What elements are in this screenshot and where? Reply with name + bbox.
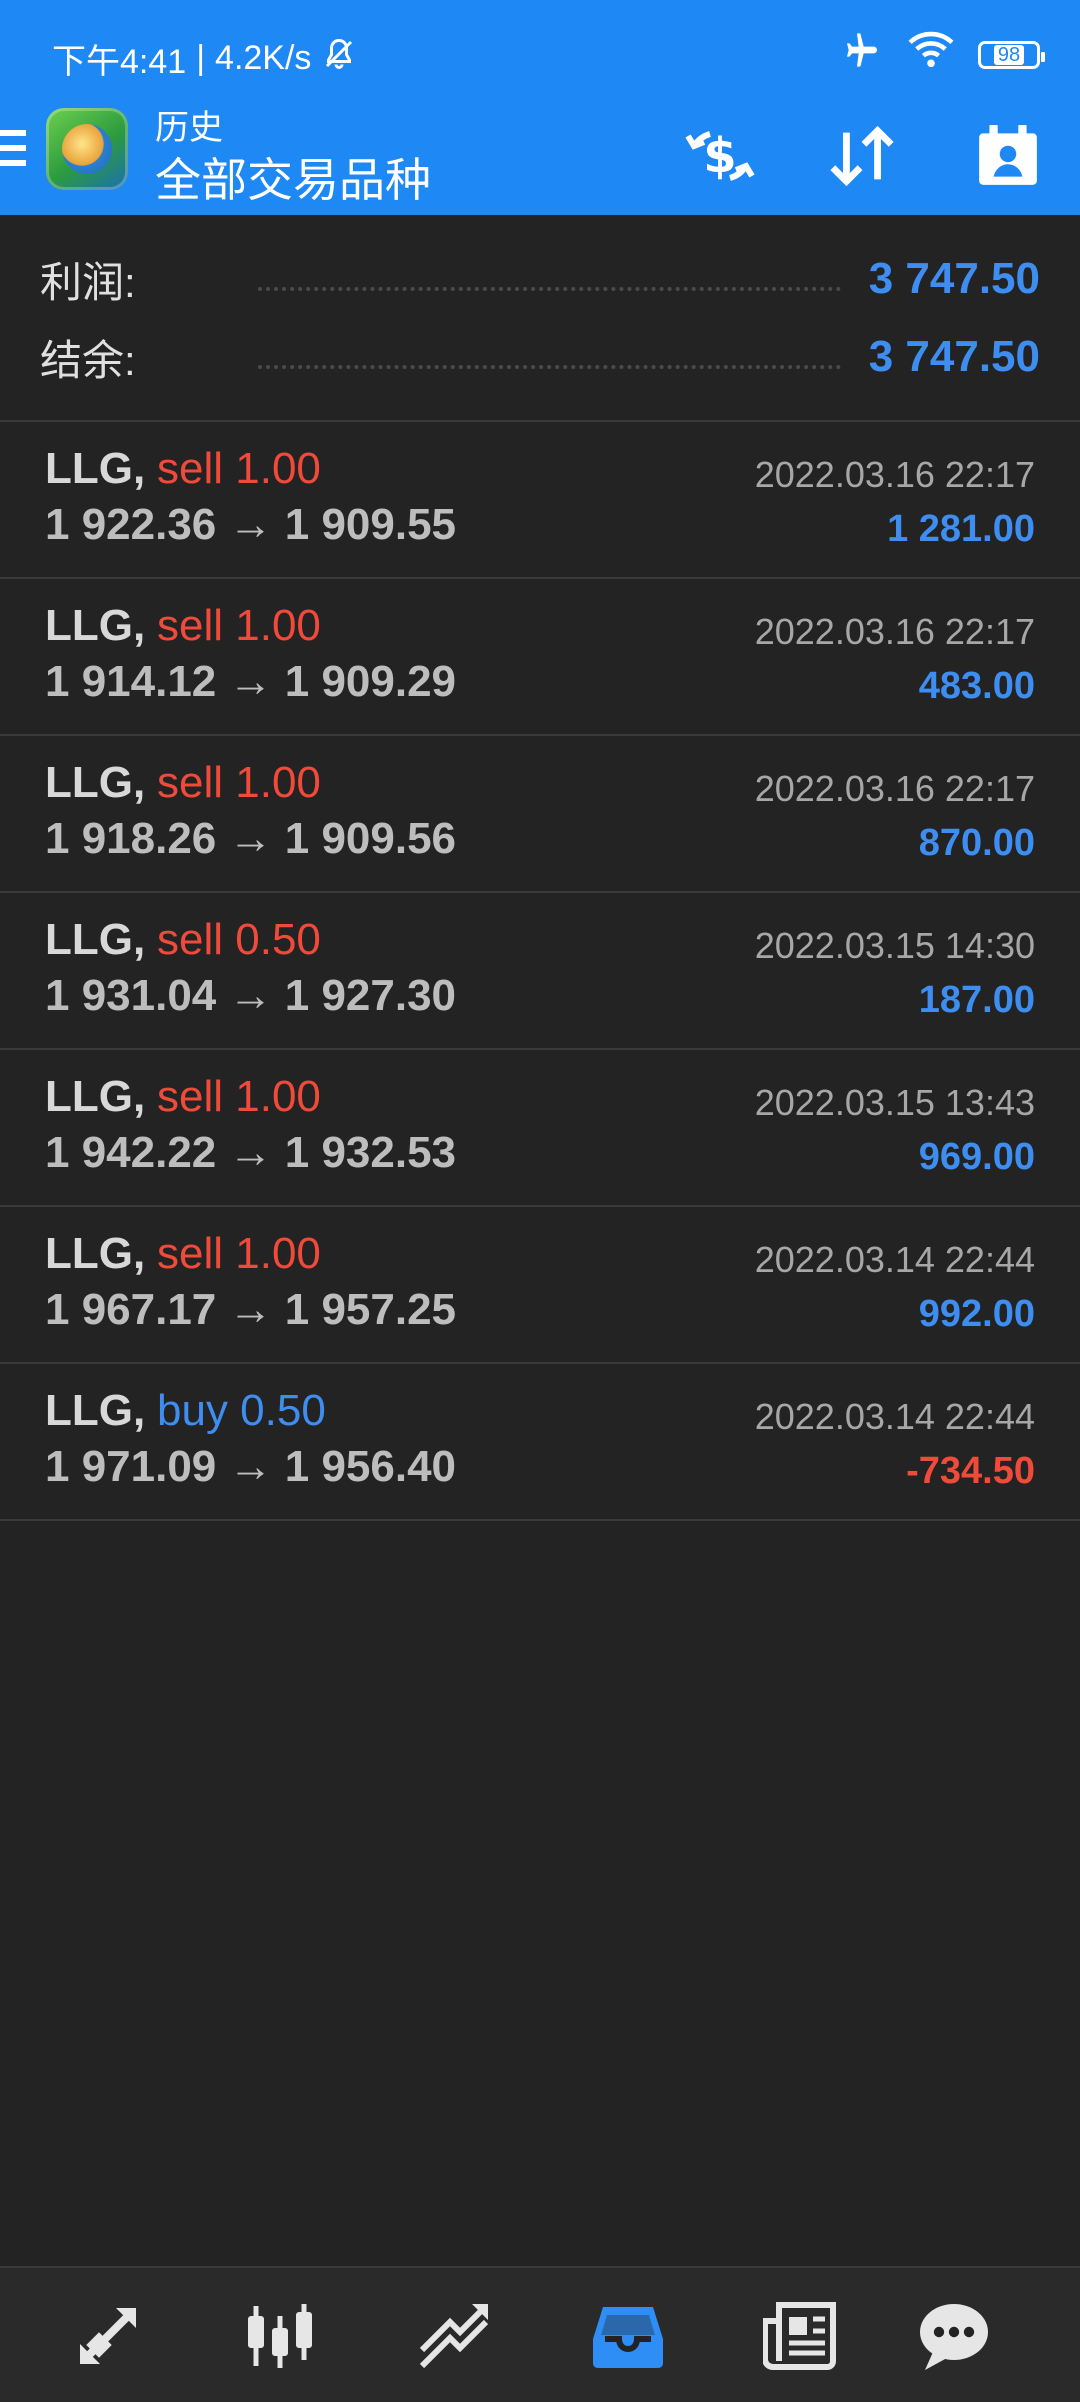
battery-icon: 98 (978, 40, 1045, 69)
trade-side: sell 0.50 (157, 915, 321, 964)
menu-icon[interactable] (0, 130, 26, 172)
trade-time: 2022.03.14 22:44 (754, 1239, 1035, 1280)
trade-time: 2022.03.16 22:17 (754, 454, 1035, 495)
trade-profit: -734.50 (906, 1450, 1035, 1492)
airplane-icon (840, 30, 884, 79)
trade-icon[interactable] (414, 2296, 494, 2376)
balance-value: 3 747.50 (868, 332, 1040, 381)
close-price: 1 932.53 (284, 1128, 457, 1177)
trade-side: sell 1.00 (157, 1229, 321, 1278)
dotted-leader (258, 267, 841, 291)
trade-time: 2022.03.15 13:43 (754, 1082, 1035, 1123)
wifi-icon (908, 31, 954, 78)
battery-level: 98 (993, 44, 1025, 65)
balance-row: 结余: 3 747.50 (40, 327, 1040, 387)
trade-profit: 992.00 (918, 1293, 1035, 1335)
history-icon[interactable] (588, 2296, 668, 2376)
open-price: 1 922.36 (45, 500, 217, 549)
trade-row[interactable]: LLG, sell 1.00 1 967.17 → 1 957.25 2022.… (0, 1207, 1080, 1364)
currency-exchange-icon[interactable]: $ (680, 116, 760, 196)
trade-history-list: LLG, sell 1.00 1 922.36 → 1 909.55 2022.… (0, 422, 1080, 1521)
close-price: 1 927.30 (284, 971, 457, 1020)
arrow-icon: → (228, 971, 273, 1020)
trade-symbol: LLG, (45, 1229, 146, 1278)
dotted-leader (258, 345, 841, 369)
trade-row[interactable]: LLG, sell 0.50 1 931.04 → 1 927.30 2022.… (0, 893, 1080, 1050)
trade-symbol: LLG, (45, 1072, 146, 1121)
header-title[interactable]: 全部交易品种 (155, 144, 431, 210)
trade-profit: 870.00 (918, 822, 1035, 864)
arrow-icon: → (228, 500, 273, 549)
trade-prices: 1 942.22 → 1 932.53 (45, 1128, 456, 1178)
summary-panel-content: 利润: 3 747.50 结余: 3 747.50 (0, 215, 1080, 422)
trade-row[interactable]: LLG, buy 0.50 1 971.09 → 1 956.40 2022.0… (0, 1364, 1080, 1521)
trade-time: 2022.03.14 22:44 (754, 1396, 1035, 1437)
arrow-icon: → (228, 657, 273, 706)
trade-profit: 969.00 (918, 1136, 1035, 1178)
arrow-icon: → (228, 1285, 273, 1334)
trade-row[interactable]: LLG, sell 1.00 1 942.22 → 1 932.53 2022.… (0, 1050, 1080, 1207)
trade-row[interactable]: LLG, sell 1.00 1 914.12 → 1 909.29 2022.… (0, 579, 1080, 736)
trade-profit: 1 281.00 (887, 508, 1035, 550)
close-price: 1 909.29 (284, 657, 457, 706)
close-price: 1 909.55 (284, 500, 457, 549)
profit-label: 利润: (40, 258, 136, 306)
trade-profit: 187.00 (918, 979, 1035, 1021)
trade-prices: 1 914.12 → 1 909.29 (45, 657, 456, 707)
arrow-icon: → (228, 814, 273, 863)
trade-row[interactable]: LLG, sell 1.00 1 922.36 → 1 909.55 2022.… (0, 422, 1080, 579)
trade-prices: 1 931.04 → 1 927.30 (45, 971, 456, 1021)
status-time: 下午4:41 (52, 43, 187, 81)
arrow-icon: → (228, 1442, 273, 1491)
trade-prices: 1 971.09 → 1 956.40 (45, 1442, 456, 1492)
app-bar: 历史 全部交易品种 $ (0, 100, 1080, 215)
trade-prices: 1 967.17 → 1 957.25 (45, 1285, 456, 1335)
trade-symbol: LLG, (45, 915, 146, 964)
status-separator: | (196, 39, 206, 77)
trade-side: sell 1.00 (157, 444, 321, 493)
close-price: 1 956.40 (284, 1442, 457, 1491)
close-price: 1 957.25 (284, 1285, 457, 1334)
trade-prices: 1 922.36 → 1 909.55 (45, 500, 456, 550)
mute-bell-icon (321, 36, 357, 81)
trade-side: sell 1.00 (157, 758, 321, 807)
top-bar: 下午4:41 | 4.2K/s 98 历史 全部交易品种 $ (0, 0, 1080, 215)
trade-symbol: LLG, (45, 1386, 146, 1435)
trade-row[interactable]: LLG, sell 1.00 1 918.26 → 1 909.56 2022.… (0, 736, 1080, 893)
close-price: 1 909.56 (284, 814, 457, 863)
news-icon[interactable] (760, 2296, 840, 2376)
open-price: 1 971.09 (45, 1442, 217, 1491)
trade-symbol: LLG, (45, 758, 146, 807)
trade-time: 2022.03.15 14:30 (754, 925, 1035, 966)
header-subtitle: 历史 (155, 109, 223, 147)
trade-side: sell 1.00 (157, 601, 321, 650)
trade-profit: 483.00 (918, 665, 1035, 707)
trade-time: 2022.03.16 22:17 (754, 768, 1035, 809)
open-price: 1 931.04 (45, 971, 217, 1020)
open-price: 1 918.26 (45, 814, 217, 863)
profit-value: 3 747.50 (868, 254, 1040, 303)
balance-label: 结余: (40, 336, 136, 384)
status-speed: 4.2K/s (215, 39, 312, 77)
open-price: 1 967.17 (45, 1285, 217, 1334)
arrow-icon: → (228, 1128, 273, 1177)
trade-prices: 1 918.26 → 1 909.56 (45, 814, 456, 864)
chat-icon[interactable] (914, 2296, 994, 2376)
open-price: 1 942.22 (45, 1128, 217, 1177)
open-price: 1 914.12 (45, 657, 217, 706)
trade-symbol: LLG, (45, 444, 146, 493)
trade-side: sell 1.00 (157, 1072, 321, 1121)
trade-symbol: LLG, (45, 601, 146, 650)
trade-time: 2022.03.16 22:17 (754, 611, 1035, 652)
bottom-navigation (0, 2266, 1080, 2402)
quotes-icon[interactable] (68, 2296, 148, 2376)
app-logo (46, 108, 128, 190)
sort-icon[interactable] (822, 116, 902, 196)
trade-side: buy 0.50 (157, 1386, 326, 1435)
calendar-person-icon[interactable] (968, 116, 1048, 196)
status-bar: 下午4:41 | 4.2K/s 98 (0, 0, 1080, 108)
chart-candles-icon[interactable] (240, 2296, 320, 2376)
profit-row: 利润: 3 747.50 (40, 249, 1040, 309)
